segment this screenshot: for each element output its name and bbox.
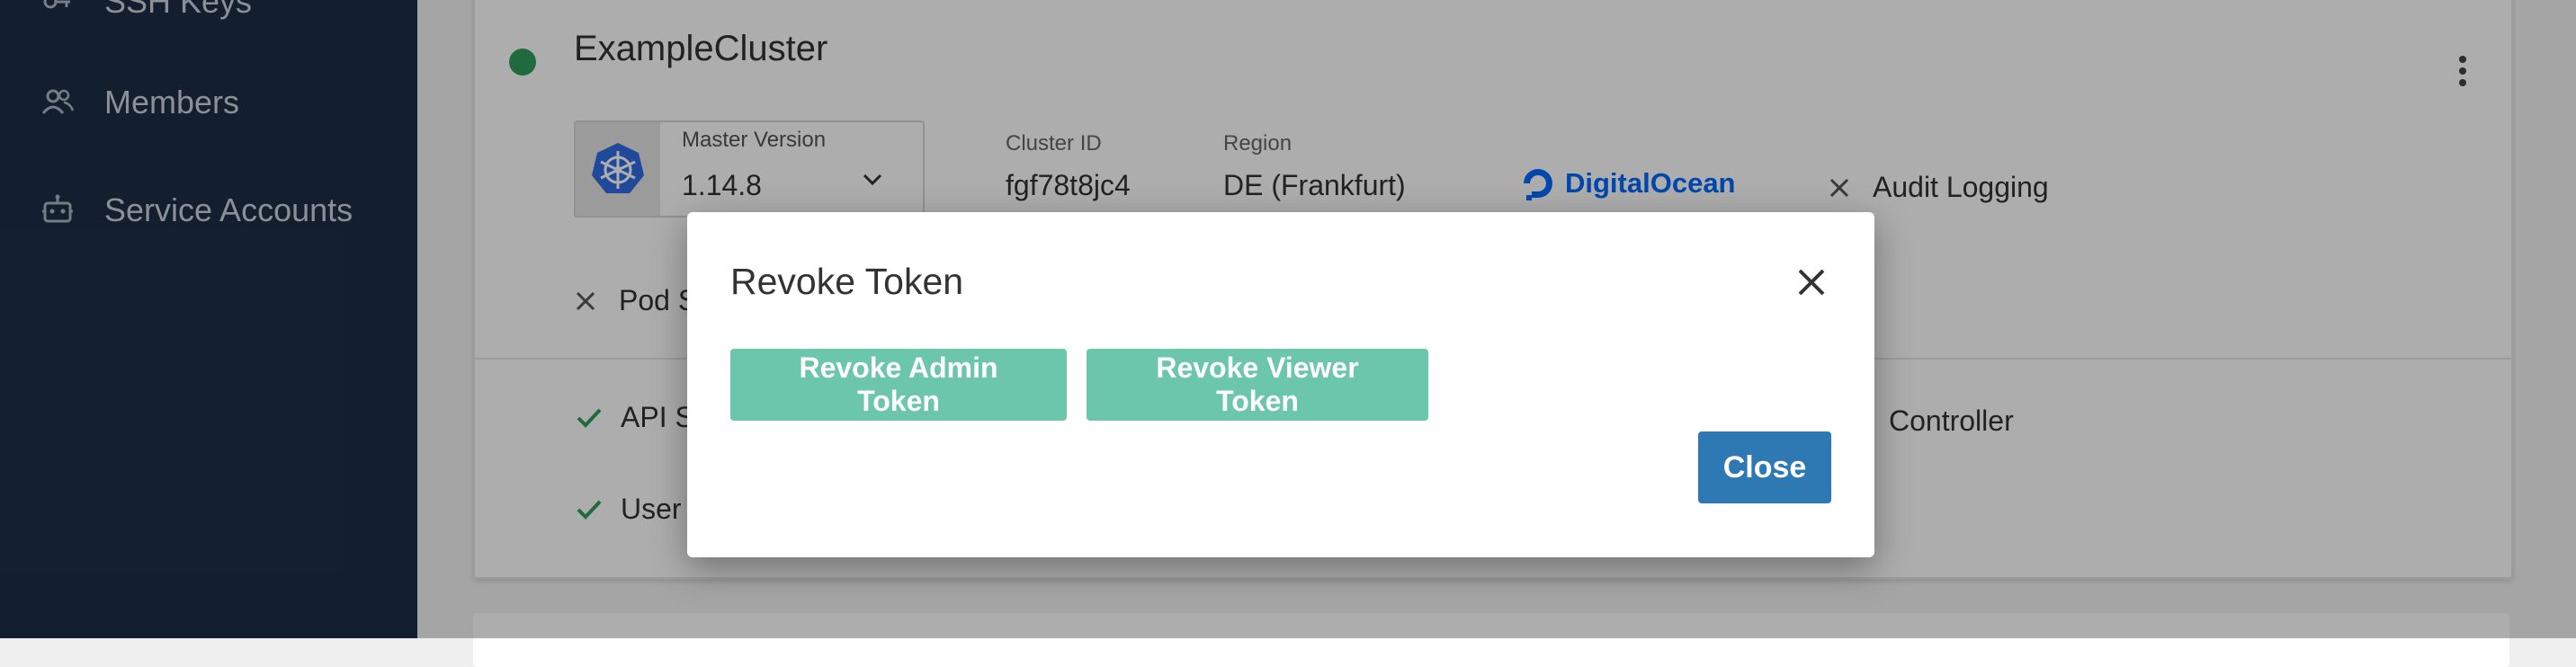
close-button[interactable]: Close xyxy=(1698,431,1831,503)
revoke-viewer-token-button[interactable]: Revoke Viewer Token xyxy=(1087,349,1428,421)
dialog-title: Revoke Token xyxy=(730,261,964,302)
close-icon[interactable] xyxy=(1793,264,1829,300)
revoke-admin-token-button[interactable]: Revoke Admin Token xyxy=(730,349,1067,421)
revoke-token-dialog: Revoke Token Revoke Admin Token Revoke V… xyxy=(687,212,1874,557)
